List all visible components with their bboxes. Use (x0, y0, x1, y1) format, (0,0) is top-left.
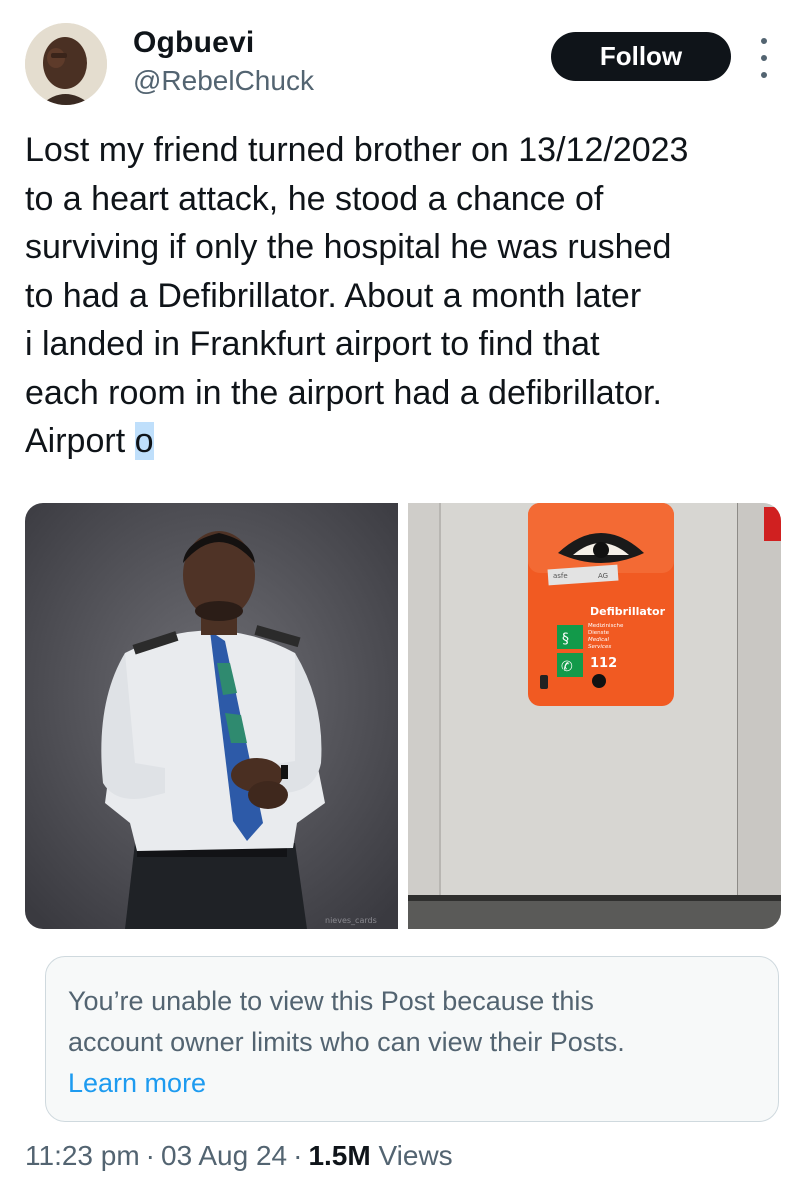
tweet-line-text: Airport (25, 422, 135, 460)
notice-line: You’re unable to view this Post because … (68, 986, 594, 1016)
tweet-header: Ogbuevi @RebelChuck Follow (0, 0, 805, 110)
author-handle[interactable]: @RebelChuck (133, 65, 314, 97)
tweet-text: Lost my friend turned brother on 13/12/2… (25, 126, 795, 466)
author-display-name[interactable]: Ogbuevi (133, 26, 254, 60)
tweet-media: nieves_cards asfe AG Defibrillator § ✆ M… (25, 503, 781, 929)
defib-sub-1: Medizinische (588, 623, 624, 629)
more-options-icon[interactable] (752, 38, 776, 78)
notice-line: account owner limits who can view their … (68, 1027, 625, 1057)
meta-separator: · (145, 1140, 155, 1171)
defib-brand: asfe (553, 572, 568, 580)
views-label: Views (378, 1140, 453, 1171)
post-time[interactable]: 11:23 pm (25, 1140, 140, 1171)
tweet-last-line: Airport o (25, 417, 795, 466)
defibrillator-photo: asfe AG Defibrillator § ✆ Medizinische D… (408, 503, 781, 929)
defib-sub-3: Medical (588, 637, 610, 643)
selected-text: o (134, 422, 154, 460)
tweet-meta: 11:23 pm · 03 Aug 24 · 1.5M Views (25, 1140, 453, 1172)
media-photo-defibrillator[interactable]: asfe AG Defibrillator § ✆ Medizinische D… (408, 503, 781, 929)
svg-text:✆: ✆ (561, 659, 573, 675)
defib-title: Defibrillator (590, 605, 666, 618)
author-avatar[interactable] (25, 23, 107, 105)
more-dot (761, 72, 767, 78)
more-dot (761, 38, 767, 44)
more-dot (761, 55, 767, 61)
follow-button[interactable]: Follow (551, 32, 731, 81)
unavailable-post-notice: You’re unable to view this Post because … (45, 956, 779, 1122)
svg-text:§: § (562, 631, 569, 647)
avatar-photo (25, 23, 107, 105)
defib-sub-2: Dienste (588, 630, 610, 636)
pilot-photo: nieves_cards (25, 503, 398, 929)
tweet-line: surviving if only the hospital he was ru… (25, 228, 672, 266)
views-count: 1.5M (308, 1140, 371, 1171)
tweet-line: each room in the airport had a defibrill… (25, 373, 662, 412)
learn-more-link[interactable]: Learn more (68, 1063, 206, 1104)
defib-sub-4: Services (588, 644, 611, 650)
defib-phone: 112 (590, 656, 617, 671)
tweet-line: i landed in Frankfurt airport to find th… (25, 325, 600, 363)
media-photo-pilot[interactable]: nieves_cards (25, 503, 398, 929)
tweet-line: Lost my friend turned brother on 13/12/2… (25, 131, 689, 169)
photo-watermark: nieves_cards (325, 916, 377, 925)
defib-brand-2: AG (598, 572, 608, 580)
meta-separator: · (293, 1140, 303, 1171)
tweet-line: to had a Defibrillator. About a month la… (25, 276, 642, 315)
tweet-line: to a heart attack, he stood a chance of (25, 179, 604, 218)
post-date[interactable]: 03 Aug 24 (161, 1140, 287, 1171)
